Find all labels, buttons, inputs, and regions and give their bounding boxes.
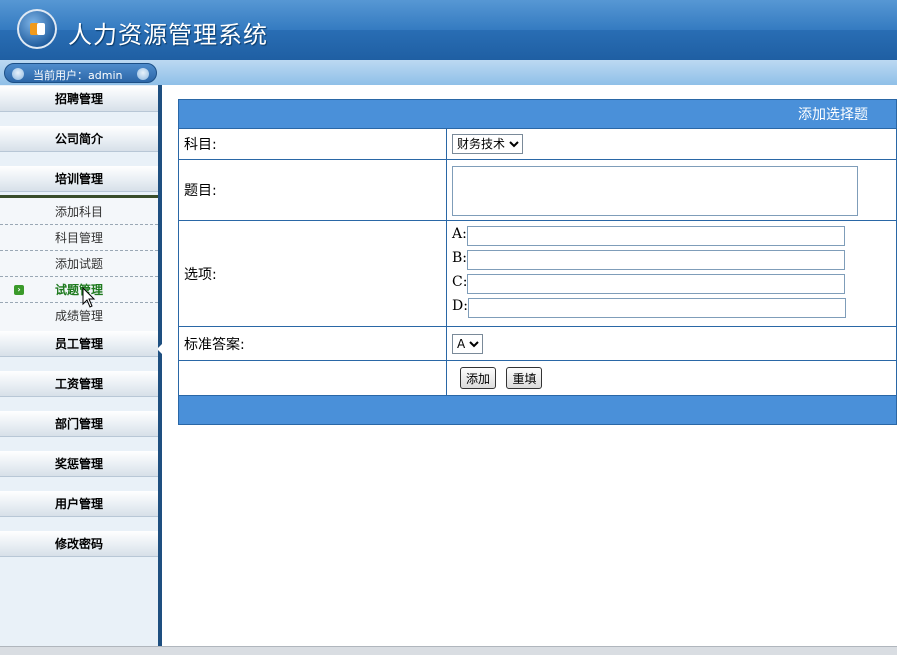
add-choice-question-form: 添加选择题 科目: 财务技术 题目: 选项: A: B: C: D: 标准答案:… <box>178 99 897 425</box>
active-bullet-icon: › <box>14 285 24 295</box>
menu-change-password[interactable]: 修改密码 <box>0 531 158 557</box>
option-b-letter: B: <box>452 249 468 266</box>
option-row-d: D: <box>447 297 896 322</box>
question-label: 题目: <box>178 159 447 221</box>
answer-select[interactable]: A <box>452 333 483 354</box>
app-logo <box>17 9 57 49</box>
logo-mark-highlight <box>37 23 45 35</box>
option-b-input[interactable] <box>467 249 846 270</box>
option-row-c: C: <box>447 273 896 298</box>
sidebar-divider[interactable] <box>158 85 162 646</box>
submenu-add-subject[interactable]: 添加科目 <box>0 199 158 225</box>
option-a-letter: A: <box>452 225 467 242</box>
option-d-input[interactable] <box>467 297 846 318</box>
app-title: 人力资源管理系统 <box>68 21 268 49</box>
option-row-b: B: <box>447 249 896 274</box>
subject-label: 科目: <box>178 128 447 160</box>
buttons-label-cell <box>178 360 447 396</box>
subject-select[interactable]: 财务技术 <box>452 134 523 154</box>
current-user-label: 当前用户：admin <box>33 69 123 82</box>
menu-employee[interactable]: 员工管理 <box>0 331 158 357</box>
option-c-input[interactable] <box>467 273 846 294</box>
mouse-cursor-icon <box>82 287 96 308</box>
app-header: 人力资源管理系统 <box>0 0 897 60</box>
form-title: 添加选择题 <box>178 99 897 129</box>
menu-salary[interactable]: 工资管理 <box>0 371 158 397</box>
answer-label: 标准答案: <box>178 326 447 361</box>
menu-user[interactable]: 用户管理 <box>0 491 158 517</box>
submenu-subject-manage[interactable]: 科目管理 <box>0 225 158 251</box>
menu-recruitment[interactable]: 招聘管理 <box>0 86 158 112</box>
option-row-a: A: <box>447 225 896 250</box>
submenu-score-manage[interactable]: 成绩管理 <box>0 303 158 329</box>
menu-department[interactable]: 部门管理 <box>0 411 158 437</box>
options-label: 选项: <box>178 220 447 327</box>
add-button[interactable]: 添加 <box>460 367 497 389</box>
question-textarea[interactable] <box>452 166 858 216</box>
pill-right-icon <box>137 68 149 80</box>
reset-button[interactable]: 重填 <box>506 367 543 389</box>
submenu-add-question[interactable]: 添加试题 <box>0 251 158 277</box>
training-submenu: 添加科目 科目管理 添加试题 › 试题管理 成绩管理 <box>0 195 158 332</box>
option-c-letter: C: <box>452 273 468 290</box>
option-d-letter: D: <box>452 297 468 314</box>
current-user-pill: 当前用户：admin <box>4 63 157 83</box>
menu-company-profile[interactable]: 公司简介 <box>0 126 158 152</box>
menu-training[interactable]: 培训管理 <box>0 166 158 192</box>
option-a-input[interactable] <box>466 225 845 246</box>
user-bar: 当前用户：admin <box>0 60 897 85</box>
form-footer-bar <box>178 395 897 425</box>
menu-reward-punish[interactable]: 奖惩管理 <box>0 451 158 477</box>
pill-left-icon <box>12 68 24 80</box>
submenu-question-manage[interactable]: › 试题管理 <box>0 277 158 303</box>
